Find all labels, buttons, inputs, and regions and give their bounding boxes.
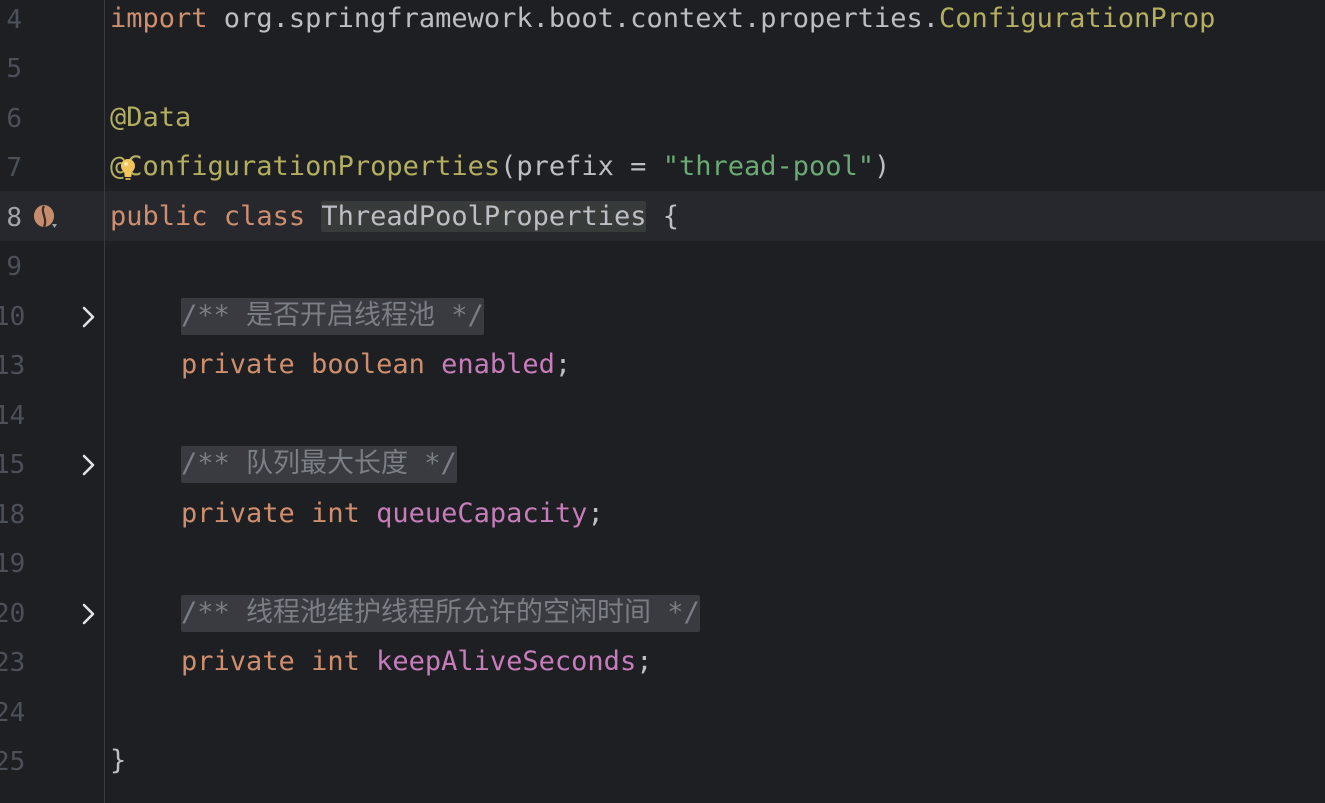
line-number: 6 [6, 104, 22, 134]
code-text[interactable]: } [110, 743, 126, 779]
code-text[interactable]: /** 队列最大长度 */ [181, 446, 457, 483]
semicolon: ; [636, 646, 653, 677]
code-text[interactable]: private int queueCapacity; [181, 496, 604, 532]
field-name: keepAliveSeconds [376, 646, 637, 677]
private-keyword: private [181, 349, 295, 380]
line-number: 23 [0, 648, 26, 678]
code-line[interactable]: 4 import org.springframework.boot.contex… [0, 0, 1325, 45]
close-brace: } [110, 745, 127, 776]
code-line[interactable]: 18 private int queueCapacity; [0, 490, 1325, 540]
code-text[interactable]: public class ThreadPoolProperties { [110, 199, 679, 235]
code-line[interactable]: 20 /** 线程池维护线程所允许的空闲时间 */ [0, 589, 1325, 639]
code-text[interactable]: private int keepAliveSeconds; [181, 644, 652, 680]
line-number: 5 [6, 54, 22, 84]
code-text[interactable]: @Data [110, 100, 191, 136]
class-name[interactable]: ThreadPoolProperties [321, 201, 647, 232]
code-line[interactable]: 14 [0, 391, 1325, 441]
line-number: 15 [0, 450, 26, 480]
code-line[interactable]: 9 [0, 242, 1325, 292]
closing-paren: ) [874, 151, 891, 182]
import-keyword: import [110, 3, 208, 34]
code-line[interactable]: 19 [0, 539, 1325, 589]
code-line[interactable]: 6 @Data [0, 94, 1325, 144]
bean-gutter-icon[interactable] [32, 204, 62, 232]
line-number: 18 [0, 500, 26, 530]
code-text[interactable]: @ConfigurationProperties(prefix = "threa… [110, 149, 890, 185]
code-text[interactable]: import org.springframework.boot.context.… [110, 1, 1215, 37]
public-keyword: public [110, 201, 208, 232]
code-editor[interactable]: 4 import org.springframework.boot.contex… [0, 0, 1325, 803]
field-name: enabled [441, 349, 555, 380]
folded-doc-comment[interactable]: /** 线程池维护线程所允许的空闲时间 */ [181, 595, 700, 632]
line-number: 14 [0, 401, 26, 431]
code-line[interactable]: 13 private boolean enabled; [0, 341, 1325, 391]
code-line[interactable]: 10 /** 是否开启线程池 */ [0, 292, 1325, 342]
package-path: org.springframework.boot.context.propert… [207, 3, 940, 34]
line-number: 13 [0, 351, 26, 381]
code-line[interactable]: 24 [0, 688, 1325, 738]
line-number: 19 [0, 549, 26, 579]
type-keyword: int [311, 498, 360, 529]
annotation-param: (prefix = [500, 151, 663, 182]
code-text[interactable]: /** 线程池维护线程所允许的空闲时间 */ [181, 595, 700, 632]
line-number: 9 [6, 252, 22, 282]
line-number: 24 [0, 698, 26, 728]
configuration-properties-annotation: @ConfigurationProperties [110, 151, 501, 182]
type-keyword: boolean [311, 349, 425, 380]
private-keyword: private [181, 646, 295, 677]
code-line[interactable]: 15 /** 队列最大长度 */ [0, 440, 1325, 490]
folded-doc-comment[interactable]: /** 是否开启线程池 */ [181, 298, 484, 335]
open-brace: { [646, 201, 679, 232]
lightbulb-icon[interactable] [117, 156, 139, 182]
line-number: 7 [6, 153, 22, 183]
chevron-right-icon[interactable] [78, 601, 100, 627]
chevron-right-icon[interactable] [78, 304, 100, 330]
semicolon: ; [554, 349, 572, 380]
string-literal: "thread-pool" [662, 151, 875, 182]
code-line[interactable]: 5 [0, 44, 1325, 94]
folded-doc-comment[interactable]: /** 队列最大长度 */ [181, 446, 457, 483]
private-keyword: private [181, 498, 295, 529]
type-keyword: int [311, 646, 360, 677]
line-number: 20 [0, 599, 26, 629]
line-number: 25 [0, 747, 26, 777]
class-keyword: class [223, 201, 306, 232]
line-number: 4 [6, 5, 22, 35]
code-line[interactable]: 25 } [0, 737, 1325, 787]
chevron-right-icon[interactable] [78, 452, 100, 478]
code-text[interactable]: /** 是否开启线程池 */ [181, 298, 484, 335]
field-name: queueCapacity [376, 498, 588, 529]
imported-class: ConfigurationProp [939, 3, 1216, 34]
line-number: 10 [0, 302, 26, 332]
code-line[interactable]: 23 private int keepAliveSeconds; [0, 638, 1325, 688]
code-line[interactable]: 8 public class ThreadPoolProperties { [0, 193, 1325, 243]
code-line[interactable]: 7 @ConfigurationProperties(prefix = "thr… [0, 143, 1325, 193]
data-annotation: @Data [110, 102, 192, 133]
semicolon: ; [587, 498, 604, 529]
code-text[interactable]: private boolean enabled; [181, 347, 571, 383]
line-number: 8 [6, 203, 22, 233]
